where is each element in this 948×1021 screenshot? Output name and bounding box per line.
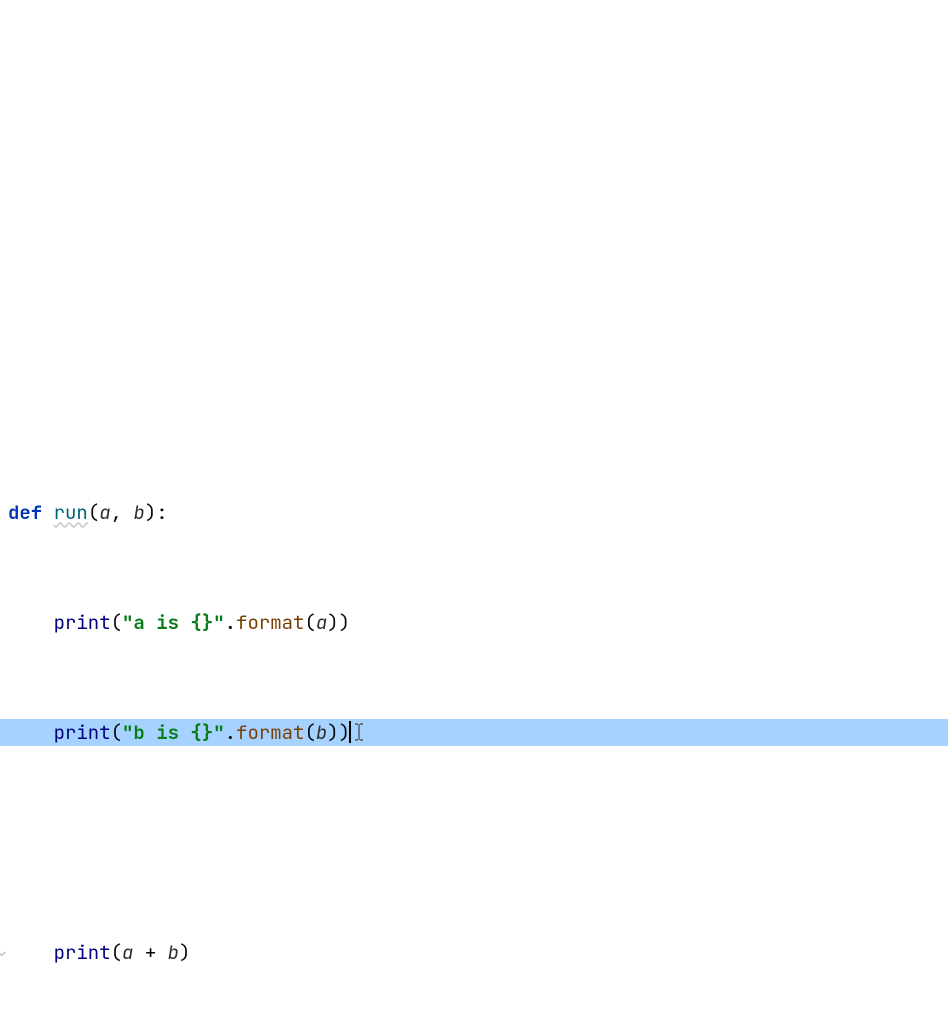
arg-a: a	[122, 939, 133, 967]
indent	[8, 609, 54, 637]
indent	[8, 939, 54, 967]
param-b: b	[133, 499, 144, 527]
gutter	[0, 499, 8, 527]
ibeam-cursor-icon	[352, 721, 366, 743]
code-line[interactable]: print("a is {}".format(a))	[0, 609, 948, 637]
method-format: format	[236, 609, 304, 637]
param-a: a	[99, 499, 110, 527]
code-line[interactable]: ⌄ print(a + b)	[0, 939, 948, 967]
paren-close: )	[179, 939, 190, 967]
operator-plus: +	[133, 939, 167, 967]
code-line-selected[interactable]: print("b is {}".format(b))	[0, 719, 948, 747]
paren-open: (	[304, 609, 315, 637]
string-literal: "a is {}"	[122, 609, 225, 637]
paren-close-colon: ):	[145, 499, 168, 527]
code-editor[interactable]: def run(a, b): print("a is {}".format(a)…	[0, 0, 948, 1021]
paren-open: (	[111, 609, 122, 637]
text-caret	[349, 721, 351, 743]
method-format: format	[236, 719, 304, 747]
paren-open: (	[111, 939, 122, 967]
indent	[8, 719, 54, 747]
builtin-print: print	[54, 719, 111, 747]
comma: ,	[111, 499, 134, 527]
keyword-def: def	[8, 499, 54, 527]
paren-open: (	[304, 719, 315, 747]
paren-close: ))	[327, 609, 350, 637]
builtin-print: print	[54, 939, 111, 967]
code-line[interactable]: def run(a, b):	[0, 499, 948, 527]
paren-open: (	[88, 499, 99, 527]
string-literal: "b is {}"	[122, 719, 225, 747]
gutter: ⌄	[0, 939, 8, 967]
fold-marker-icon[interactable]: ⌄	[0, 939, 6, 967]
gutter	[0, 829, 8, 857]
builtin-print: print	[54, 609, 111, 637]
dot: .	[225, 719, 236, 747]
code-line-blank[interactable]	[0, 829, 948, 857]
function-name: run	[54, 499, 88, 527]
paren-close: ))	[327, 719, 350, 747]
arg-b: b	[316, 719, 327, 747]
arg-b: b	[168, 939, 179, 967]
gutter	[0, 609, 8, 637]
gutter	[0, 719, 8, 747]
dot: .	[225, 609, 236, 637]
paren-open: (	[111, 719, 122, 747]
arg-a: a	[316, 609, 327, 637]
